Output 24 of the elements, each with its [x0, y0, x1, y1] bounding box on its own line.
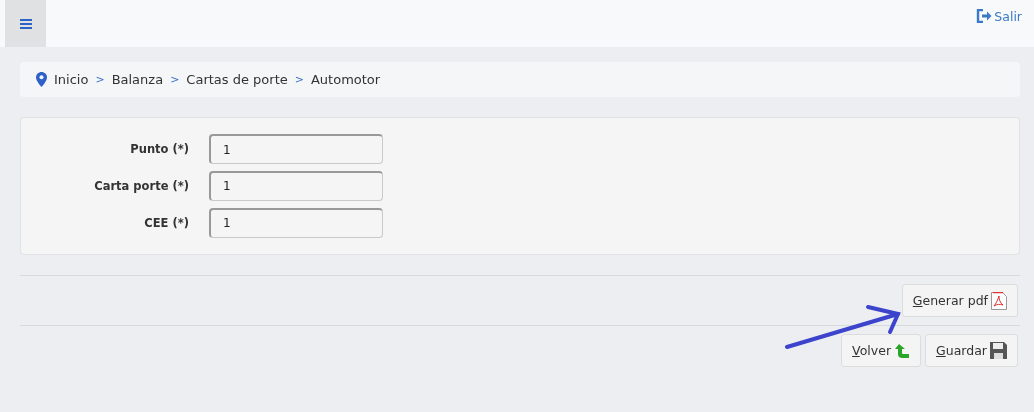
input-field[interactable]: 1: [209, 207, 383, 238]
breadcrumb-separator: >: [170, 73, 180, 86]
breadcrumb-link[interactable]: Cartas de porte: [186, 72, 288, 87]
save-icon: [990, 342, 1007, 359]
breadcrumb-separator: >: [95, 73, 105, 86]
menu-button[interactable]: [5, 0, 46, 47]
save-button[interactable]: Guardar: [925, 334, 1018, 367]
return-arrow-icon: [894, 342, 911, 359]
field-label: Punto (*): [129, 142, 189, 157]
input-field[interactable]: 1: [209, 134, 383, 165]
input-field[interactable]: 1: [209, 171, 383, 201]
logout-icon: [976, 9, 993, 23]
breadcrumb-link[interactable]: Inicio: [54, 72, 89, 87]
breadcrumb-link[interactable]: Balanza: [111, 72, 164, 87]
pdf-icon: [991, 291, 1007, 310]
logout-link[interactable]: Salir: [976, 0, 1034, 47]
field-label: Carta porte (*): [93, 179, 189, 193]
generate-pdf-button[interactable]: Generar pdf: [901, 284, 1018, 317]
menu-icon: [19, 18, 32, 29]
back-button[interactable]: Volver: [841, 334, 922, 367]
breadcrumb-current: Automotor: [310, 72, 381, 87]
breadcrumb-separator: >: [294, 73, 304, 86]
location-pin-icon: [36, 72, 47, 87]
field-label: CEE (*): [143, 215, 189, 230]
